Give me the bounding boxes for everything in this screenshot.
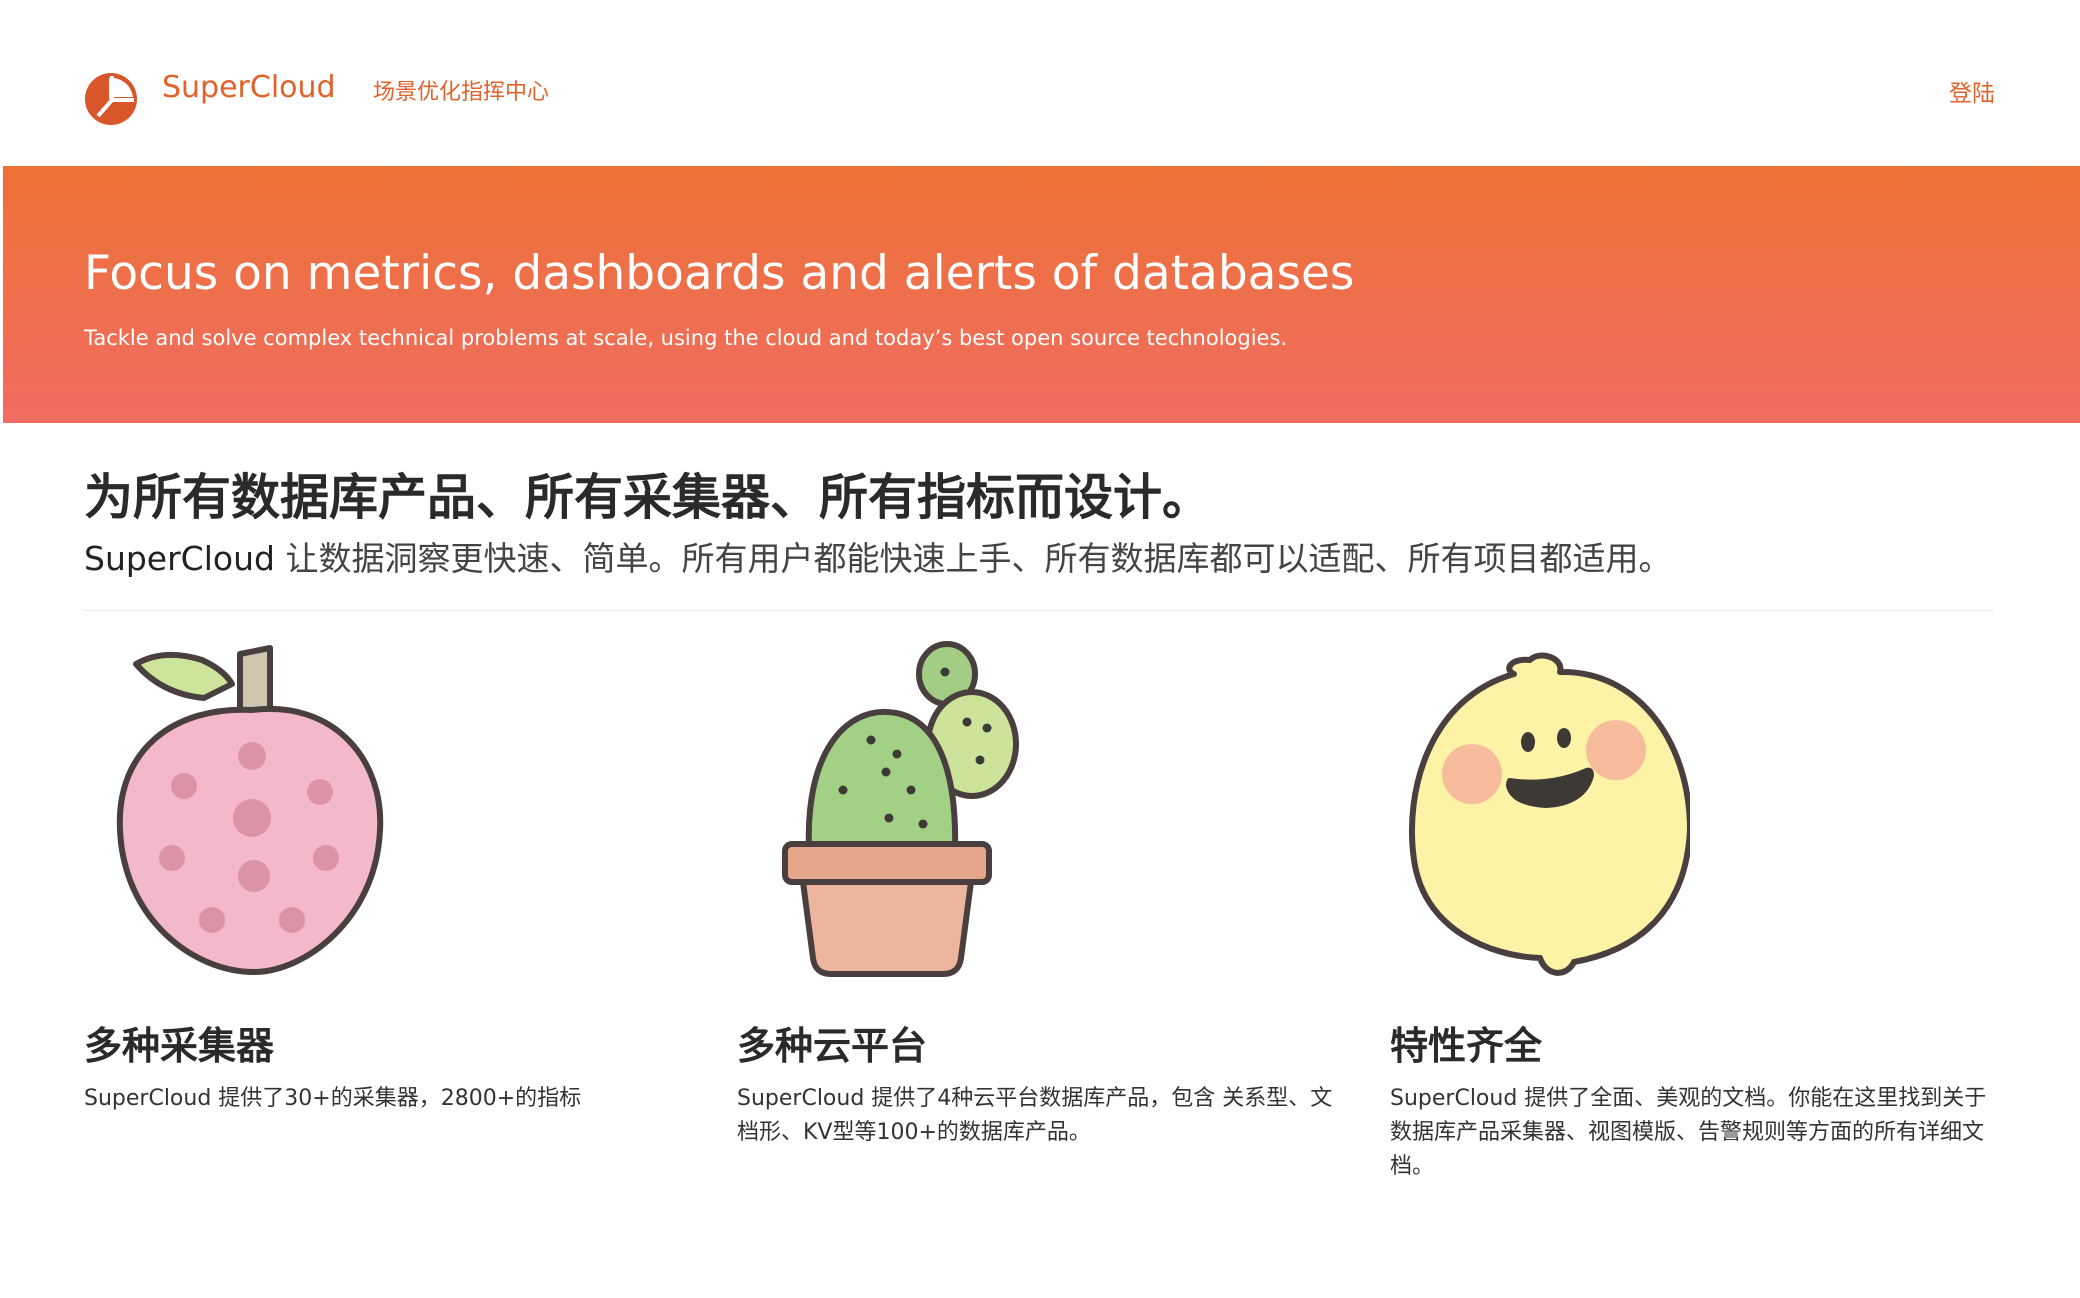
feature-title: 多种采集器 (84, 1024, 275, 1068)
login-link[interactable]: 登陆 (1949, 74, 1995, 108)
strawberry-icon (116, 645, 384, 976)
feature-title: 特性齐全 (1390, 1024, 1543, 1068)
intro-text-brand: SuperCloud (84, 539, 275, 578)
feature-desc: SuperCloud 提供了4种云平台数据库产品，包含 关系型、文档形、KV型等… (737, 1086, 1333, 1145)
cactus-icon (782, 641, 1019, 977)
hero-banner: Focus on metrics, dashboards and alerts … (3, 166, 2080, 423)
intro-text: SuperCloud 让数据洞察更快速、简单。所有用户都能快速上手、所有数据库都… (84, 532, 1671, 580)
pie-chart-logo-icon[interactable] (84, 72, 138, 126)
nav-link-scenario-center[interactable]: 场景优化指挥中心 (373, 74, 549, 106)
intro-text-body: 让数据洞察更快速、简单。所有用户都能快速上手、所有数据库都可以适配、所有项目都适… (274, 539, 1672, 578)
hero-title: Focus on metrics, dashboards and alerts … (84, 246, 1355, 301)
page: SuperCloud 场景优化指挥中心 登陆 Focus on metrics,… (0, 0, 2080, 1298)
section-divider (84, 610, 1994, 611)
smiling-lemon-icon (1408, 652, 1690, 976)
intro-heading: 为所有数据库产品、所有采集器、所有指标而设计。 (84, 469, 1212, 526)
hero-subtitle: Tackle and solve complex technical probl… (84, 326, 1288, 350)
feature-desc: SuperCloud 提供了全面、美观的文档。你能在这里找到关于 数据库产品采集… (1390, 1086, 1987, 1179)
brand-link[interactable]: SuperCloud (162, 70, 336, 105)
feature-title: 多种云平台 (737, 1024, 928, 1068)
top-navbar: SuperCloud 场景优化指挥中心 登陆 (0, 0, 2080, 166)
feature-desc: SuperCloud 提供了30+的采集器，2800+的指标 (84, 1086, 582, 1111)
